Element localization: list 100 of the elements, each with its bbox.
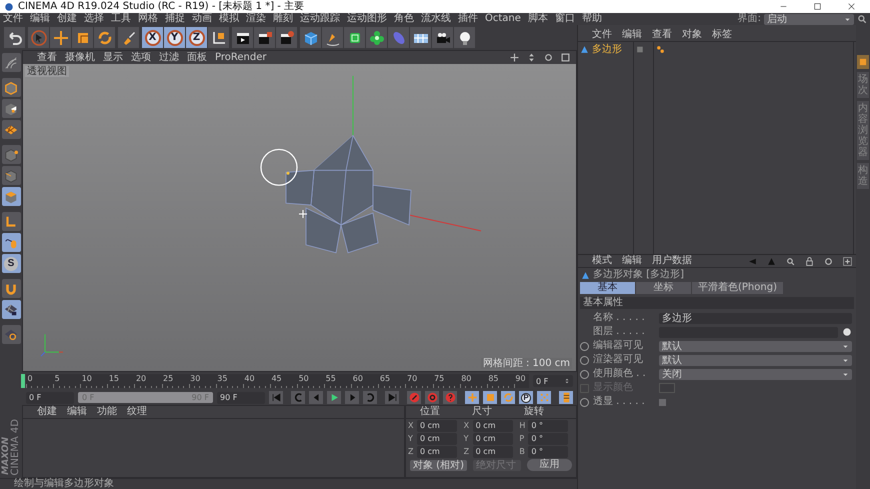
menu-item[interactable]: 编辑 bbox=[30, 13, 50, 25]
position-field[interactable]: 0 cm bbox=[417, 420, 457, 432]
tool-button[interactable] bbox=[366, 27, 387, 48]
mode-button[interactable] bbox=[2, 233, 20, 252]
animation-toggle-icon[interactable] bbox=[580, 342, 589, 350]
menu-item[interactable]: 网格 bbox=[138, 13, 158, 25]
menu-item[interactable]: 渲染 bbox=[246, 13, 266, 25]
playback-button[interactable] bbox=[291, 391, 305, 404]
rotation-field[interactable]: 0 ° bbox=[528, 446, 568, 458]
tool-button[interactable] bbox=[344, 27, 365, 48]
object-menu-item[interactable]: 查看 bbox=[652, 29, 672, 41]
viewport-menu-item[interactable]: 显示 bbox=[103, 52, 123, 64]
attribute-tab[interactable]: 平滑着色(Phong) bbox=[692, 282, 783, 294]
menu-item[interactable]: 角色 bbox=[394, 13, 414, 25]
menu-item[interactable]: 运动图形 bbox=[347, 13, 387, 25]
mode-button[interactable] bbox=[2, 212, 20, 231]
mode-button[interactable] bbox=[2, 99, 20, 118]
playback-button[interactable] bbox=[425, 391, 439, 404]
attribute-tab[interactable]: 坐标 bbox=[636, 282, 691, 294]
checkbox[interactable] bbox=[659, 398, 666, 406]
menu-item[interactable]: 运动跟踪 bbox=[300, 13, 340, 25]
position-field[interactable]: 0 cm bbox=[417, 446, 457, 458]
3d-viewport[interactable]: 透视视图 网格间距 : 100 cm bbox=[23, 64, 576, 371]
menu-item[interactable]: Octane bbox=[485, 13, 521, 25]
attribute-menu-item[interactable]: 编辑 bbox=[622, 255, 642, 267]
object-name[interactable]: 多边形 bbox=[592, 44, 622, 54]
tool-button[interactable] bbox=[454, 27, 475, 48]
playback-button[interactable] bbox=[559, 391, 573, 404]
mode-button[interactable] bbox=[2, 300, 20, 319]
current-frame-field[interactable]: 0 F bbox=[533, 375, 573, 387]
mode-button[interactable] bbox=[2, 325, 20, 344]
apply-button[interactable]: 应用 bbox=[526, 459, 572, 471]
playback-button[interactable] bbox=[385, 391, 399, 404]
material-menu-item[interactable]: 创建 bbox=[37, 406, 57, 418]
menu-item[interactable]: 帮助 bbox=[582, 13, 602, 25]
object-menu-item[interactable]: 标签 bbox=[712, 29, 732, 41]
viewport-menu-item[interactable]: 面板 bbox=[187, 52, 207, 64]
menu-item[interactable]: 工具 bbox=[111, 13, 131, 25]
rotation-field[interactable]: 0 ° bbox=[528, 420, 568, 432]
object-menu-item[interactable]: 文件 bbox=[592, 29, 612, 41]
viewport-menu-item[interactable]: 查看 bbox=[37, 52, 57, 64]
menu-item[interactable]: 创建 bbox=[57, 13, 77, 25]
playback-button[interactable] bbox=[345, 391, 359, 404]
start-frame-field[interactable]: 0 F bbox=[26, 392, 74, 404]
end-frame-field[interactable]: 90 F bbox=[217, 392, 265, 404]
menu-item[interactable]: 雕刻 bbox=[273, 13, 293, 25]
animation-toggle-icon[interactable] bbox=[580, 356, 589, 364]
mode-button[interactable] bbox=[2, 120, 20, 139]
tool-button[interactable] bbox=[276, 27, 297, 48]
attribute-menu-item[interactable]: 用户数据 bbox=[652, 255, 692, 267]
mode-button[interactable] bbox=[2, 279, 20, 298]
object-menu-item[interactable]: 编辑 bbox=[622, 29, 642, 41]
tool-button[interactable]: X bbox=[142, 27, 163, 48]
attribute-menu-item[interactable]: 模式 bbox=[592, 255, 612, 267]
menu-item[interactable]: 文件 bbox=[3, 13, 23, 25]
coordinate-mode-dropdown[interactable]: 对象 (相对) bbox=[410, 460, 467, 470]
material-menu-item[interactable]: 编辑 bbox=[67, 406, 87, 418]
playback-button[interactable] bbox=[407, 391, 421, 404]
attribute-dropdown[interactable]: 关闭 bbox=[659, 368, 852, 380]
rotation-field[interactable]: 0 ° bbox=[528, 432, 568, 444]
animation-toggle-icon[interactable] bbox=[580, 398, 589, 406]
tool-button[interactable] bbox=[208, 27, 229, 48]
size-field[interactable]: 0 cm bbox=[472, 446, 513, 458]
viewport-menu-item[interactable]: 过滤 bbox=[159, 52, 179, 64]
tool-button[interactable]: Z bbox=[186, 27, 207, 48]
position-field[interactable]: 0 cm bbox=[417, 432, 457, 444]
size-field[interactable]: 0 cm bbox=[472, 420, 513, 432]
menu-item[interactable]: 选择 bbox=[84, 13, 104, 25]
playback-button[interactable] bbox=[327, 391, 341, 404]
mode-button[interactable] bbox=[2, 53, 20, 72]
playback-button[interactable] bbox=[309, 391, 323, 404]
material-menu-item[interactable]: 功能 bbox=[97, 406, 117, 418]
viewport-menu-item[interactable]: 选项 bbox=[131, 52, 151, 64]
layout-dropdown[interactable]: 启动 bbox=[764, 14, 854, 24]
viewport-menu-item[interactable]: ProRender bbox=[215, 52, 266, 64]
tool-button[interactable]: Y bbox=[164, 27, 185, 48]
viewport-menu-item[interactable]: 摄像机 bbox=[65, 52, 95, 64]
size-field[interactable]: 0 cm bbox=[472, 432, 513, 444]
mode-button[interactable] bbox=[2, 145, 20, 164]
mode-button[interactable] bbox=[2, 187, 20, 206]
attribute-tab[interactable]: 基本 bbox=[580, 282, 635, 294]
attribute-dropdown[interactable]: 默认 bbox=[659, 354, 852, 366]
menu-item[interactable]: 捕捉 bbox=[165, 13, 185, 25]
tool-button[interactable] bbox=[410, 27, 431, 48]
object-menu-item[interactable]: 对象 bbox=[682, 29, 702, 41]
menu-item[interactable]: 脚本 bbox=[528, 13, 548, 25]
side-tab[interactable] bbox=[857, 55, 869, 69]
name-field[interactable]: 多边形 bbox=[659, 312, 852, 324]
material-menu-item[interactable]: 纹理 bbox=[127, 406, 147, 418]
playback-button[interactable] bbox=[443, 391, 457, 404]
mode-button[interactable] bbox=[2, 78, 20, 97]
tool-button[interactable] bbox=[232, 27, 253, 48]
menu-item[interactable]: 模拟 bbox=[219, 13, 239, 25]
menu-item[interactable]: 流水线 bbox=[421, 13, 451, 25]
polygon-mesh-drawing[interactable] bbox=[286, 134, 412, 254]
menu-item[interactable]: 窗口 bbox=[554, 13, 575, 25]
attribute-dropdown[interactable]: 默认 bbox=[659, 340, 852, 352]
menu-item[interactable]: 动画 bbox=[192, 13, 212, 25]
playback-button[interactable] bbox=[363, 391, 377, 404]
playback-button[interactable] bbox=[269, 391, 283, 404]
